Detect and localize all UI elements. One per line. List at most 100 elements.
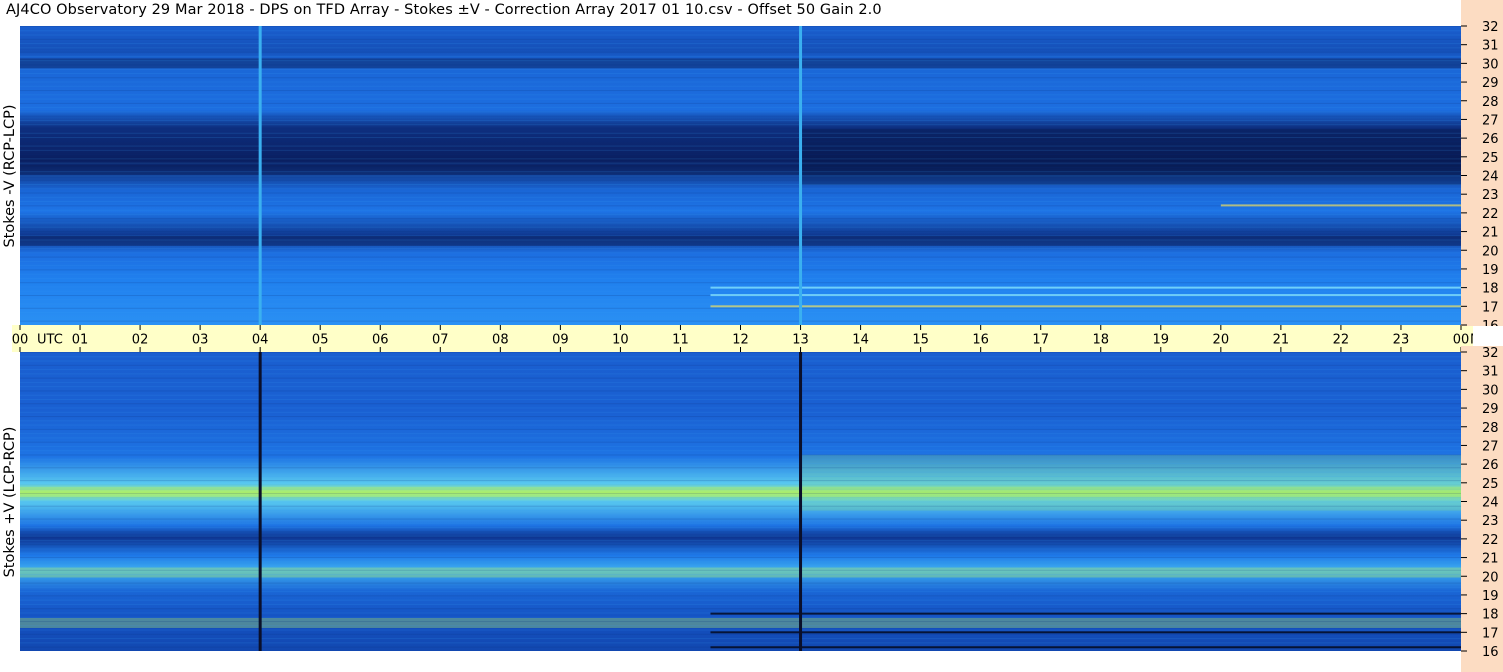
striation bbox=[20, 72, 1461, 74]
striation bbox=[20, 603, 1461, 605]
striation bbox=[20, 556, 1461, 558]
striation bbox=[20, 373, 1461, 375]
striation bbox=[20, 154, 1461, 156]
striation bbox=[20, 98, 1461, 100]
striation bbox=[20, 548, 1461, 550]
rfi-line bbox=[1220, 204, 1461, 207]
bright-band bbox=[20, 617, 1461, 628]
striation bbox=[20, 386, 1461, 388]
frequency-tick-label: 26 bbox=[1482, 132, 1499, 147]
striation bbox=[20, 175, 1461, 177]
time-tick-label: 22 bbox=[1333, 333, 1350, 348]
striation bbox=[20, 137, 1461, 139]
striation bbox=[20, 47, 1461, 49]
rfi-line bbox=[710, 294, 1461, 297]
frequency-tick-label: 20 bbox=[1482, 244, 1499, 259]
striation bbox=[20, 312, 1461, 314]
striation bbox=[20, 552, 1461, 554]
striation bbox=[20, 209, 1461, 211]
striation bbox=[20, 222, 1461, 224]
y-axis-label-bottom: Stokes +V (LCP-RCP) bbox=[0, 352, 20, 651]
striation bbox=[20, 531, 1461, 533]
striation bbox=[20, 30, 1461, 32]
bright-vertical-line bbox=[258, 26, 262, 325]
striation bbox=[20, 55, 1461, 57]
striation bbox=[20, 544, 1461, 546]
striation bbox=[20, 269, 1461, 271]
spectrogram-top bbox=[20, 26, 1461, 325]
striation bbox=[20, 299, 1461, 301]
frequency-tick-label: 31 bbox=[1482, 39, 1499, 54]
striation bbox=[20, 102, 1461, 104]
striation bbox=[20, 463, 1461, 465]
striation bbox=[20, 445, 1461, 447]
striation bbox=[20, 128, 1461, 130]
striation bbox=[20, 621, 1461, 623]
striation bbox=[20, 119, 1461, 121]
striation bbox=[20, 407, 1461, 409]
striation bbox=[20, 188, 1461, 190]
striation bbox=[20, 565, 1461, 567]
time-tick-label: 14 bbox=[852, 333, 869, 348]
bright-vertical-line bbox=[799, 26, 803, 325]
time-tick-label: 15 bbox=[912, 333, 929, 348]
striation bbox=[20, 586, 1461, 588]
striation bbox=[20, 81, 1461, 83]
striation bbox=[20, 213, 1461, 215]
striation bbox=[20, 132, 1461, 134]
striation bbox=[20, 492, 1461, 494]
time-axis-unit-label: UTC bbox=[37, 333, 63, 348]
striation bbox=[20, 158, 1461, 160]
frequency-tick-label: 24 bbox=[1482, 170, 1499, 185]
frequency-tick-label: 18 bbox=[1482, 282, 1499, 297]
striation bbox=[20, 316, 1461, 318]
striation bbox=[20, 290, 1461, 292]
time-tick-label: 07 bbox=[432, 333, 449, 348]
striation bbox=[20, 629, 1461, 631]
time-tick-label: 02 bbox=[132, 333, 149, 348]
striation bbox=[20, 591, 1461, 593]
frequency-tick-label: 26 bbox=[1482, 458, 1499, 473]
frequency-axis-top: 16 17 18 19 20 21 22 23 24 25 26 27 28 29 30 31 32 bbox=[1461, 0, 1503, 326]
frequency-tick-label: 23 bbox=[1482, 188, 1499, 203]
spectrogram-top-svg bbox=[20, 26, 1461, 325]
striation bbox=[20, 578, 1461, 580]
striation bbox=[20, 574, 1461, 576]
frequency-tick-label: 32 bbox=[1482, 20, 1499, 35]
frequency-tick-label: 24 bbox=[1482, 496, 1499, 511]
frequency-tick-label: 20 bbox=[1482, 570, 1499, 585]
striation bbox=[20, 403, 1461, 405]
striation bbox=[20, 115, 1461, 117]
frequency-tick-label: 16 bbox=[1482, 645, 1499, 660]
striation bbox=[20, 561, 1461, 563]
frequency-tick-label: 31 bbox=[1482, 365, 1499, 380]
frequency-tick-label: 17 bbox=[1482, 626, 1499, 641]
striation bbox=[20, 196, 1461, 198]
bottom-strip bbox=[0, 651, 1461, 672]
frequency-tick-label: 19 bbox=[1482, 589, 1499, 604]
striation bbox=[20, 256, 1461, 258]
striation bbox=[20, 416, 1461, 418]
striation bbox=[20, 320, 1461, 322]
frequency-axis-top-svg: 16 17 18 19 20 21 22 23 24 25 26 27 28 29 30 31 32 bbox=[1461, 20, 1499, 326]
time-tick-label: 09 bbox=[552, 333, 569, 348]
rfi-line bbox=[710, 646, 1461, 649]
dark-band bbox=[20, 58, 1461, 69]
striation bbox=[20, 226, 1461, 228]
striation bbox=[20, 179, 1461, 181]
time-tick-label: 00 bbox=[12, 333, 28, 348]
frequency-tick-label: 29 bbox=[1482, 402, 1499, 417]
time-tick-label: 19 bbox=[1153, 333, 1170, 348]
striation bbox=[20, 638, 1461, 640]
striation bbox=[20, 458, 1461, 460]
frequency-tick-label: 22 bbox=[1482, 533, 1499, 548]
striation bbox=[20, 201, 1461, 203]
striation bbox=[20, 51, 1461, 53]
striation bbox=[20, 239, 1461, 241]
striation bbox=[20, 394, 1461, 396]
striation bbox=[20, 411, 1461, 413]
time-tick-label: 05 bbox=[312, 333, 329, 348]
striation bbox=[20, 518, 1461, 520]
striation bbox=[20, 26, 1461, 27]
striation bbox=[20, 539, 1461, 541]
